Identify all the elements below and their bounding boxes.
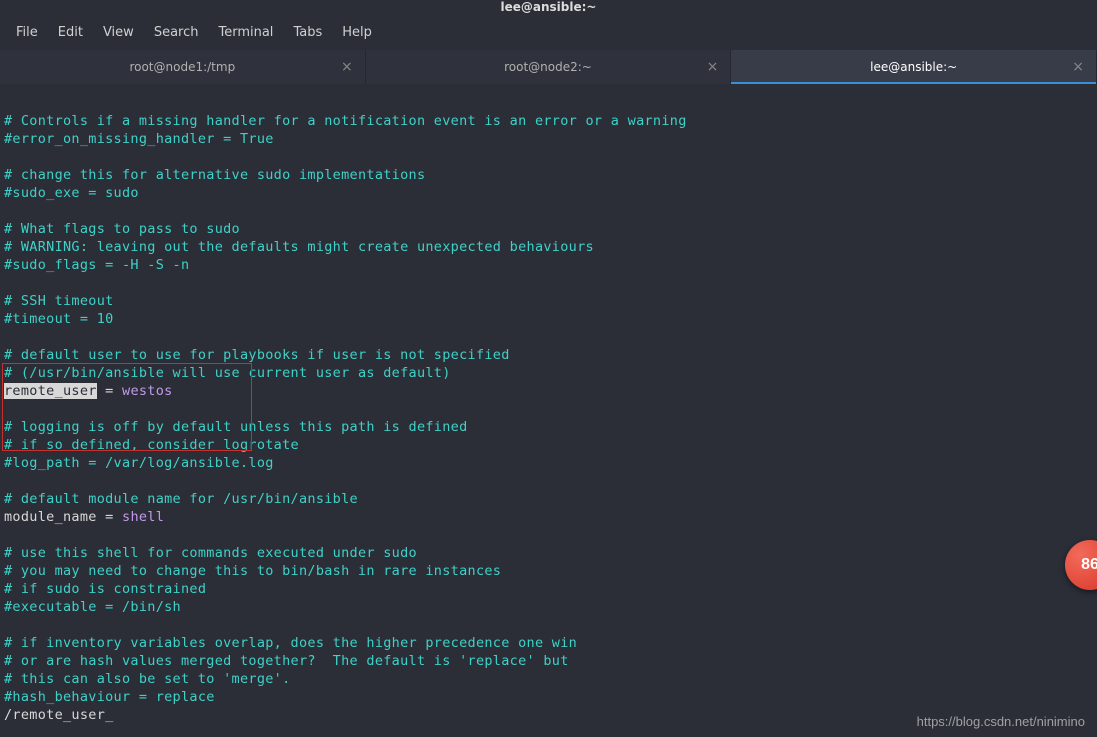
terminal-line	[4, 616, 1093, 634]
terminal-line: module_name = shell	[4, 508, 1093, 526]
watermark: https://blog.csdn.net/ninimino	[917, 714, 1085, 729]
terminal-line: # Controls if a missing handler for a no…	[4, 112, 1093, 130]
window-title: lee@ansible:~	[0, 0, 1097, 14]
menu-edit[interactable]: Edit	[48, 21, 93, 44]
tab-label: lee@ansible:~	[870, 60, 957, 74]
terminal-line	[4, 274, 1093, 292]
watermark-text: https://blog.csdn.net/ninimino	[917, 714, 1085, 729]
terminal-line: # this can also be set to 'merge'.	[4, 670, 1093, 688]
terminal-line: # change this for alternative sudo imple…	[4, 166, 1093, 184]
terminal-line: # logging is off by default unless this …	[4, 418, 1093, 436]
terminal-line	[4, 328, 1093, 346]
terminal-line: # or are hash values merged together? Th…	[4, 652, 1093, 670]
terminal-line: # if inventory variables overlap, does t…	[4, 634, 1093, 652]
terminal-line: # default module name for /usr/bin/ansib…	[4, 490, 1093, 508]
terminal-line: remote_user = westos	[4, 382, 1093, 400]
config-key: module_name	[4, 509, 97, 525]
close-icon[interactable]: ×	[341, 59, 353, 75]
terminal-line: #executable = /bin/sh	[4, 598, 1093, 616]
terminal-line: # SSH timeout	[4, 292, 1093, 310]
terminal-viewport[interactable]: # Controls if a missing handler for a no…	[0, 84, 1097, 728]
terminal-line	[4, 94, 1093, 112]
terminal-line: # (/usr/bin/ansible will use current use…	[4, 364, 1093, 382]
config-key: remote_user	[4, 383, 97, 399]
terminal-line: #log_path = /var/log/ansible.log	[4, 454, 1093, 472]
tab-0[interactable]: root@node1:/tmp ×	[0, 50, 366, 84]
tab-label: root@node1:/tmp	[129, 60, 235, 74]
terminal-line	[4, 472, 1093, 490]
close-icon[interactable]: ×	[1072, 59, 1084, 75]
config-value: shell	[122, 509, 164, 525]
title-text: lee@ansible:~	[501, 0, 597, 14]
menu-search[interactable]: Search	[144, 21, 209, 44]
tab-1[interactable]: root@node2:~ ×	[366, 50, 732, 84]
menu-terminal[interactable]: Terminal	[208, 21, 283, 44]
terminal-line: # use this shell for commands executed u…	[4, 544, 1093, 562]
terminal-line: # WARNING: leaving out the defaults migh…	[4, 238, 1093, 256]
tab-label: root@node2:~	[504, 60, 592, 74]
tab-2[interactable]: lee@ansible:~ ×	[731, 50, 1097, 84]
terminal-line	[4, 526, 1093, 544]
terminal-line	[4, 148, 1093, 166]
terminal-line: #hash_behaviour = replace	[4, 688, 1093, 706]
menu-file[interactable]: File	[6, 21, 48, 44]
terminal-line: # if so defined, consider logrotate	[4, 436, 1093, 454]
config-value: westos	[122, 383, 173, 399]
badge-count: 86	[1081, 556, 1097, 574]
terminal-line	[4, 202, 1093, 220]
terminal-line: #error_on_missing_handler = True	[4, 130, 1093, 148]
menubar: FileEditViewSearchTerminalTabsHelp	[0, 14, 1097, 50]
menu-help[interactable]: Help	[332, 21, 382, 44]
terminal-line: #timeout = 10	[4, 310, 1093, 328]
terminal-line: # you may need to change this to bin/bas…	[4, 562, 1093, 580]
tabbar: root@node1:/tmp×root@node2:~×lee@ansible…	[0, 50, 1097, 84]
terminal-line: #sudo_flags = -H -S -n	[4, 256, 1093, 274]
terminal-line: # if sudo is constrained	[4, 580, 1093, 598]
terminal-line: # default user to use for playbooks if u…	[4, 346, 1093, 364]
terminal-line	[4, 400, 1093, 418]
menu-tabs[interactable]: Tabs	[283, 21, 332, 44]
terminal-line: #sudo_exe = sudo	[4, 184, 1093, 202]
close-icon[interactable]: ×	[707, 59, 719, 75]
terminal-line: # What flags to pass to sudo	[4, 220, 1093, 238]
menu-view[interactable]: View	[93, 21, 144, 44]
